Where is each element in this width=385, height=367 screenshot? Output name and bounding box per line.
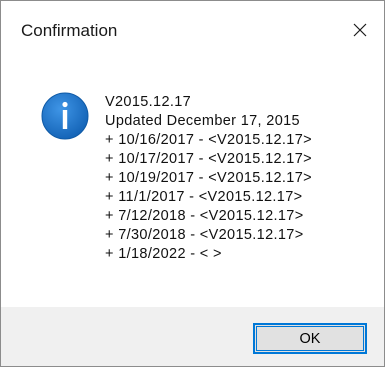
message-line: + 7/30/2018 - <V2015.12.17> [105, 227, 304, 243]
button-bar: OK [1, 307, 384, 366]
message-line: + 7/12/2018 - <V2015.12.17> [105, 208, 304, 224]
ok-button[interactable]: OK [253, 323, 367, 354]
confirmation-dialog: Confirmation V2015.12.17 Updated Decembe… [0, 0, 385, 367]
message-line: V2015.12.17 [105, 94, 192, 110]
message-line: + 10/19/2017 - <V2015.12.17> [105, 170, 312, 186]
message-line: + 1/18/2022 - < > [105, 246, 222, 262]
message-line: + 11/1/2017 - <V2015.12.17> [105, 189, 303, 205]
window-title: Confirmation [21, 21, 118, 40]
message-line: + 10/16/2017 - <V2015.12.17> [105, 132, 312, 148]
message-line: Updated December 17, 2015 [105, 113, 300, 129]
close-button[interactable] [336, 1, 384, 59]
ok-button-label: OK [299, 330, 321, 347]
message-text: V2015.12.17 Updated December 17, 2015 + … [105, 93, 375, 264]
dialog-content: V2015.12.17 Updated December 17, 2015 + … [1, 59, 384, 307]
close-icon [353, 23, 367, 37]
title-bar: Confirmation [1, 1, 384, 59]
message-line: + 10/17/2017 - <V2015.12.17> [105, 151, 312, 167]
info-icon [41, 92, 89, 140]
